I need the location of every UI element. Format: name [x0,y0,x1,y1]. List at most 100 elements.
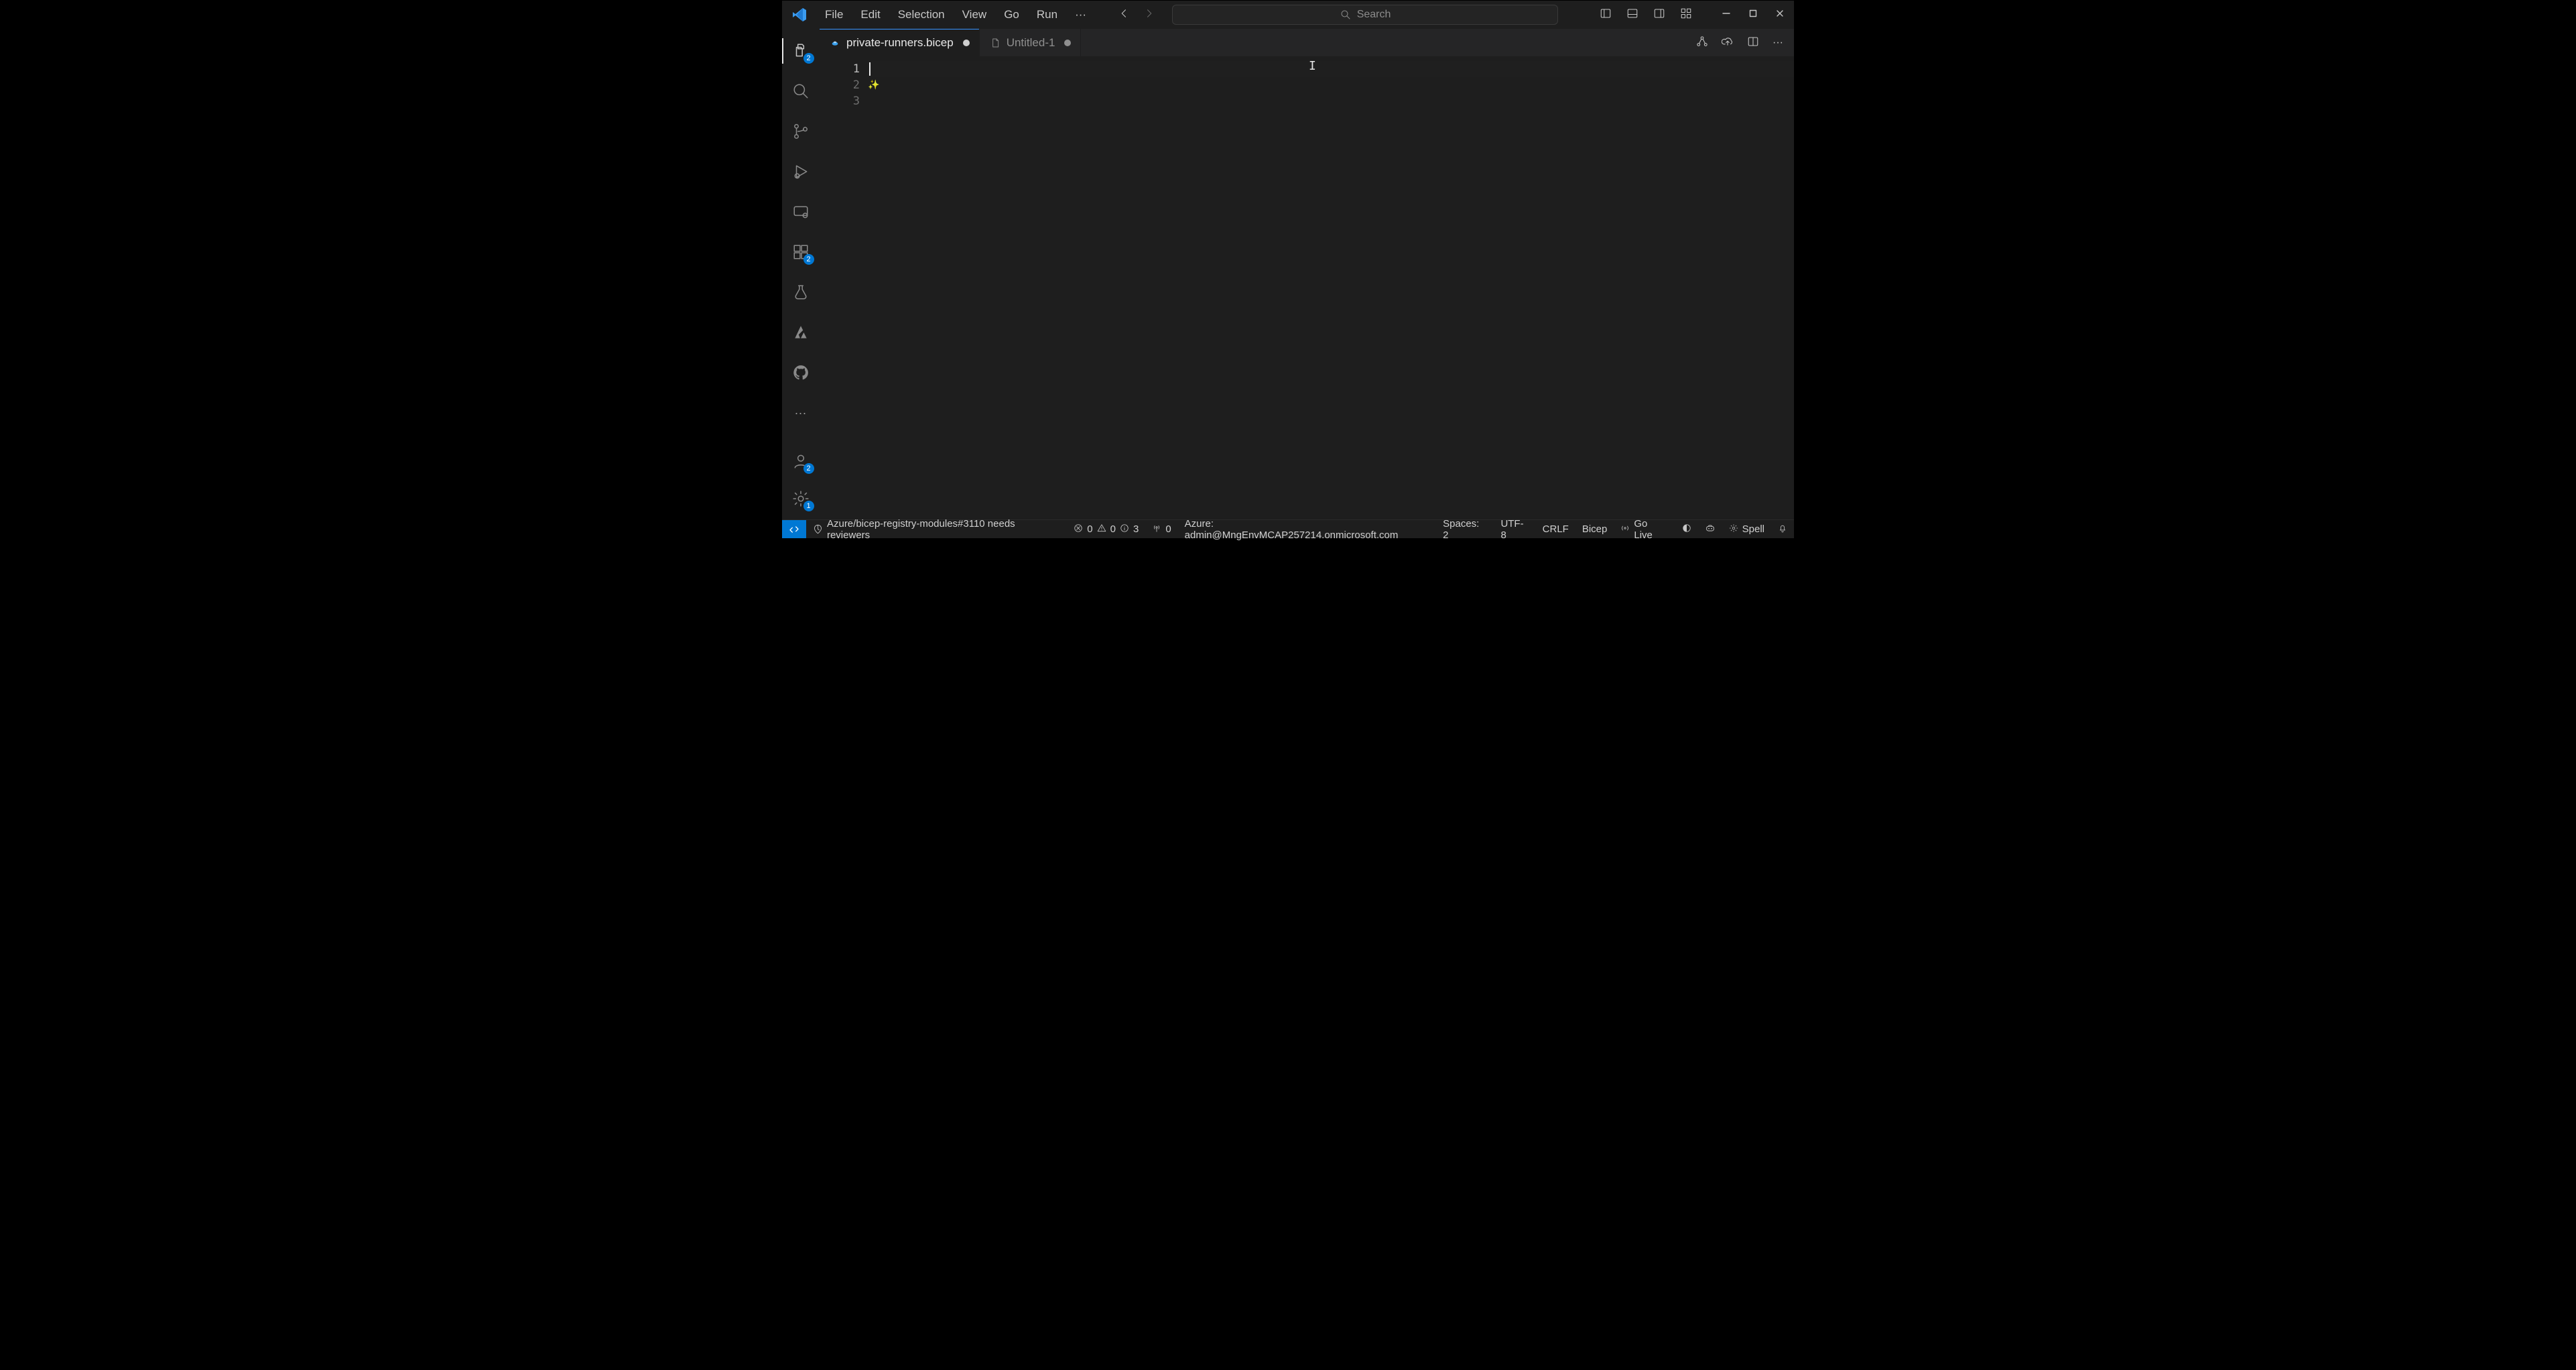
command-center-search[interactable]: Search [1172,5,1558,25]
status-bar-right: Spaces: 2 UTF-8 CRLF Bicep Go Live Spell [1436,518,1794,541]
window-maximize[interactable] [1743,5,1763,25]
menu-go[interactable]: Go [997,5,1026,24]
copilot-sparkle-icon[interactable]: ✨ [868,77,879,93]
activity-accounts[interactable]: 2 [782,447,820,475]
activity-source-control[interactable] [782,117,820,145]
window-minimize[interactable] [1716,5,1736,25]
window-close[interactable] [1770,5,1790,25]
status-encoding[interactable]: UTF-8 [1494,518,1535,541]
editor-text-area[interactable]: ✨ I [868,57,1794,519]
vscode-window: File Edit Selection View Go Run ··· Sear… [781,0,1795,539]
workbench-body: 2 2 [782,29,1794,519]
search-placeholder: Search [1357,9,1391,21]
tab-label: private-runners.bicep [846,36,954,50]
editor-line-1[interactable] [868,61,1794,77]
radio-tower-icon [1152,523,1161,536]
activity-settings[interactable]: 1 [782,485,820,513]
half-circle-icon [1682,523,1691,536]
broadcast-icon [1620,523,1630,536]
editor-line-3[interactable] [868,93,1794,109]
settings-badge: 1 [803,501,814,511]
title-bar-right [1594,3,1790,26]
status-ports[interactable]: 0 [1145,520,1177,538]
explorer-badge: 2 [803,53,814,64]
bell-icon [1778,523,1787,536]
toggle-panel-icon[interactable] [1621,3,1644,26]
status-notifications[interactable] [1771,523,1794,536]
remote-indicator[interactable] [782,520,806,538]
nav-forward[interactable] [1139,5,1159,25]
editor-line-2[interactable]: ✨ [868,77,1794,93]
menu-overflow[interactable]: ··· [1068,5,1093,24]
nav-back[interactable] [1114,5,1135,25]
status-spell[interactable]: Spell [1722,523,1771,536]
status-ports-count: 0 [1165,523,1171,535]
menu-selection[interactable]: Selection [891,5,952,24]
search-icon [1340,9,1352,21]
status-azure-text: Azure: admin@MngEnvMCAP257214.onmicrosof… [1185,518,1429,541]
bicep-visualizer-icon[interactable] [1693,32,1711,54]
status-indentation[interactable]: Spaces: 2 [1436,518,1494,541]
accounts-badge: 2 [803,463,814,474]
editor-body[interactable]: 1 2 3 ✨ I [820,57,1794,519]
activity-azure[interactable] [782,318,820,347]
editor-tabs: private-runners.bicep Untitled-1 ··· [820,29,1794,57]
layout-controls [1594,3,1697,26]
activity-overflow[interactable]: ··· [782,399,820,427]
text-cursor [869,62,871,76]
line-number: 1 [820,61,860,77]
status-go-live[interactable]: Go Live [1614,518,1675,541]
menu-edit[interactable]: Edit [854,5,887,24]
activity-remote-explorer[interactable] [782,198,820,226]
info-icon [1120,523,1129,536]
split-editor-icon[interactable] [1744,32,1762,54]
extensions-badge: 2 [803,254,814,265]
tab-label: Untitled-1 [1007,36,1055,50]
gear-icon [1729,523,1738,536]
line-number-gutter: 1 2 3 [820,57,868,519]
status-eol[interactable]: CRLF [1536,523,1575,535]
status-spell-text: Spell [1742,523,1764,535]
status-errors-count: 0 [1087,523,1092,535]
menu-view[interactable]: View [956,5,994,24]
activity-run-debug[interactable] [782,158,820,186]
vscode-logo-icon [790,5,809,24]
menu-bar: File Edit Selection View Go Run ··· [786,5,1093,24]
title-bar: File Edit Selection View Go Run ··· Sear… [782,1,1794,29]
status-eol-text: CRLF [1543,523,1569,535]
status-lang-text: Bicep [1582,523,1608,535]
activity-search[interactable] [782,77,820,105]
editor-group: private-runners.bicep Untitled-1 ··· [820,29,1794,519]
editor-actions: ··· [1685,29,1794,56]
activity-bar-bottom: 2 1 [782,447,820,513]
customize-layout-icon[interactable] [1675,3,1697,26]
status-spaces-text: Spaces: 2 [1443,518,1487,541]
menu-file[interactable]: File [818,5,850,24]
copilot-icon [1705,523,1716,536]
status-encoding-text: UTF-8 [1500,518,1529,541]
status-prettier[interactable] [1675,523,1698,536]
status-warnings-count: 0 [1110,523,1116,535]
activity-testing[interactable] [782,278,820,306]
activity-extensions[interactable]: 2 [782,238,820,266]
toggle-primary-sidebar-icon[interactable] [1594,3,1617,26]
activity-explorer[interactable]: 2 [782,37,820,65]
tab-untitled-1[interactable]: Untitled-1 [980,29,1082,56]
status-github-text: Azure/bicep-registry-modules#3110 needs … [827,518,1060,541]
status-language-mode[interactable]: Bicep [1575,523,1614,535]
tab-private-runners-bicep[interactable]: private-runners.bicep [820,29,980,56]
status-github-notification[interactable]: Azure/bicep-registry-modules#3110 needs … [806,520,1067,538]
warning-icon [1097,523,1106,536]
status-problems[interactable]: 0 0 3 [1067,520,1145,538]
status-azure-account[interactable]: Azure: admin@MngEnvMCAP257214.onmicrosof… [1178,520,1436,538]
toggle-secondary-sidebar-icon[interactable] [1648,3,1671,26]
menu-run[interactable]: Run [1030,5,1064,24]
line-number: 3 [820,93,860,109]
deploy-cloud-icon[interactable] [1719,32,1736,54]
nav-buttons [1114,5,1159,25]
editor-more-actions[interactable]: ··· [1770,34,1786,52]
activity-github[interactable] [782,359,820,387]
status-bar: Azure/bicep-registry-modules#3110 needs … [782,519,1794,538]
overview-ruler[interactable] [1782,57,1794,519]
status-copilot[interactable] [1698,523,1722,536]
